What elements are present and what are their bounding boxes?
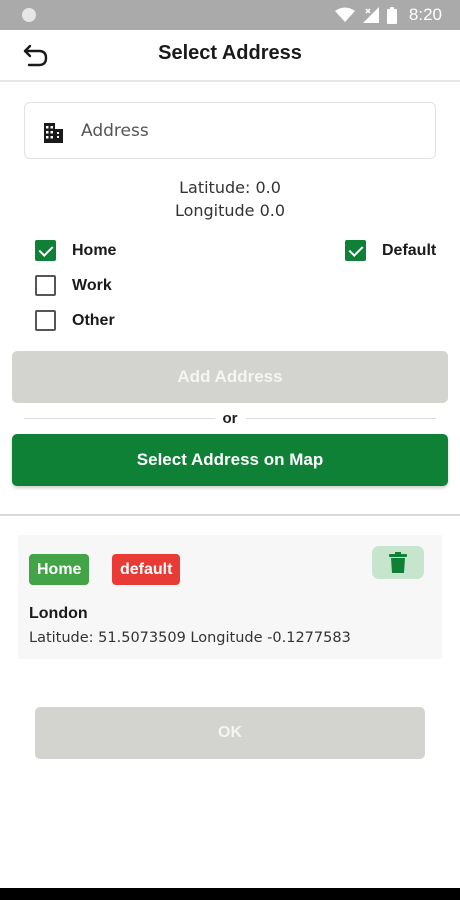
status-time: 8:20 bbox=[408, 5, 442, 24]
status-bar: 8:20 bbox=[0, 0, 460, 30]
or-separator: or bbox=[0, 408, 460, 427]
default-label: Default bbox=[382, 241, 437, 259]
work-checkbox[interactable] bbox=[35, 275, 56, 296]
battery-icon bbox=[386, 6, 397, 24]
signal-icon bbox=[362, 7, 379, 23]
building-icon bbox=[44, 123, 63, 143]
default-checkbox[interactable] bbox=[345, 240, 366, 261]
address-city: London bbox=[29, 605, 88, 622]
default-tag: default bbox=[112, 554, 181, 585]
home-checkbox[interactable] bbox=[35, 240, 56, 261]
checkbox-default[interactable]: Default bbox=[345, 240, 436, 261]
delete-address-button[interactable] bbox=[372, 546, 424, 579]
or-text: or bbox=[214, 410, 246, 427]
home-tag: Home bbox=[29, 554, 90, 585]
checkbox-work[interactable]: Work bbox=[35, 275, 112, 296]
other-label: Other bbox=[72, 311, 115, 329]
address-input[interactable] bbox=[81, 111, 421, 151]
home-label: Home bbox=[72, 241, 117, 259]
address-field[interactable] bbox=[24, 102, 436, 159]
add-address-button[interactable]: Add Address bbox=[12, 351, 448, 403]
latitude-text: Latitude: 0.0 bbox=[179, 178, 281, 197]
section-divider bbox=[0, 514, 460, 516]
saved-address-card[interactable]: Home default London Latitude: 51.5073509… bbox=[18, 535, 442, 659]
navigation-bar bbox=[0, 888, 460, 900]
address-coordinates: Latitude: 51.5073509 Longitude -0.127758… bbox=[29, 630, 351, 646]
other-checkbox[interactable] bbox=[35, 310, 56, 331]
ok-button[interactable]: OK bbox=[35, 707, 425, 759]
longitude-text: Longitude 0.0 bbox=[174, 201, 286, 220]
select-address-on-map-button[interactable]: Select Address on Map bbox=[12, 434, 448, 486]
wifi-icon bbox=[334, 7, 355, 22]
trash-icon bbox=[389, 552, 407, 573]
work-label: Work bbox=[72, 276, 112, 294]
status-icons: 8:20 bbox=[334, 0, 442, 30]
checkbox-home[interactable]: Home bbox=[35, 240, 116, 261]
notification-dot-icon bbox=[22, 8, 36, 22]
page-title: Select Address bbox=[158, 42, 302, 64]
checkbox-other[interactable]: Other bbox=[35, 310, 115, 331]
app-bar: Select Address bbox=[0, 30, 460, 82]
